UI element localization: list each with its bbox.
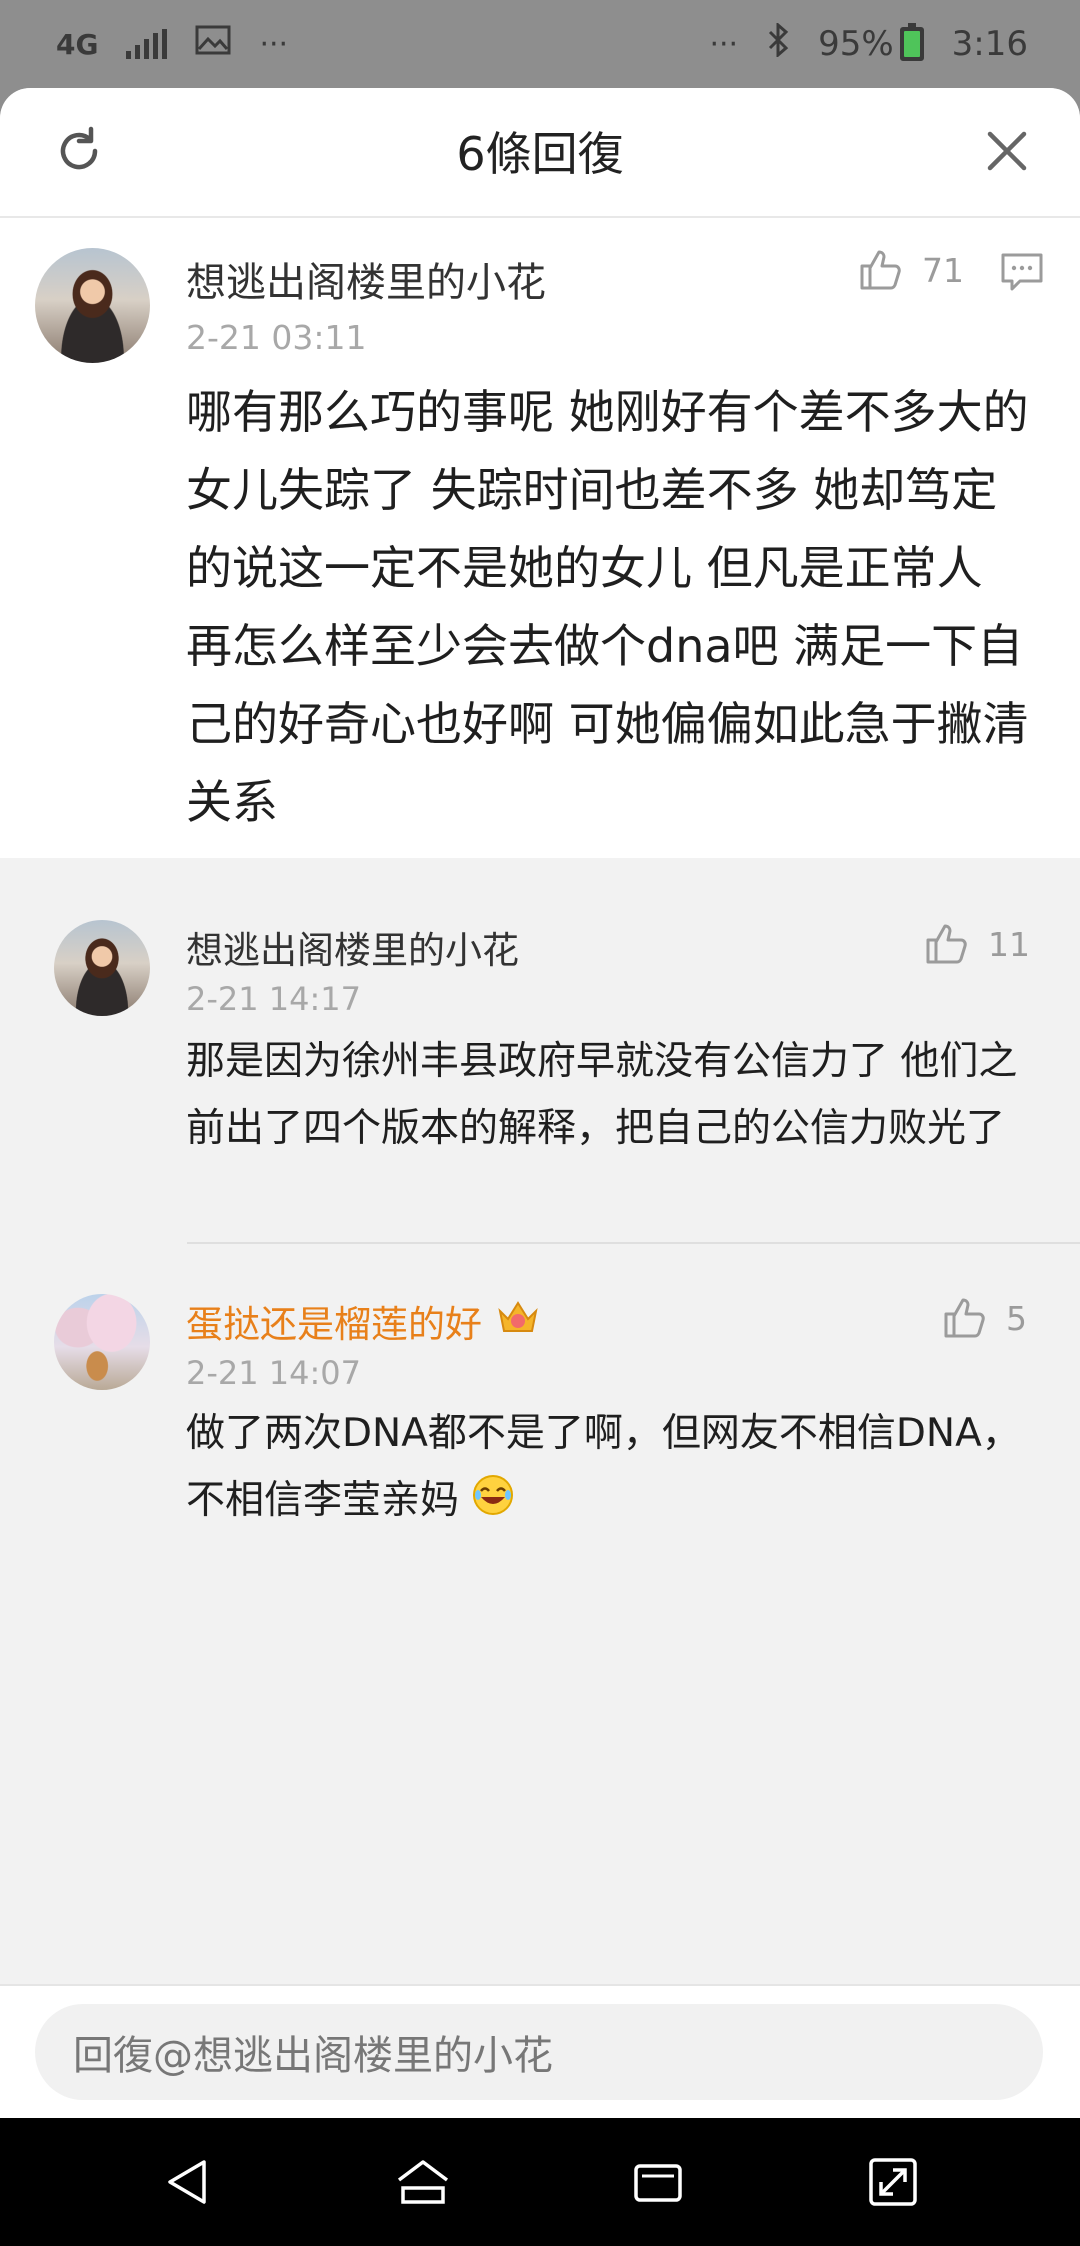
reply-username[interactable]: 想逃出阁楼里的小花 bbox=[186, 920, 519, 974]
back-button[interactable] bbox=[153, 2147, 223, 2217]
reply-time: 2-21 14:17 bbox=[186, 980, 362, 1018]
reply-avatar[interactable] bbox=[54, 1294, 150, 1390]
sheet-header: 6條回復 bbox=[0, 88, 1080, 218]
reply-like-count: 11 bbox=[988, 924, 1030, 964]
more-dots-icon: ··· bbox=[259, 26, 289, 62]
status-bar: 4G ··· ··· 95% 3:16 bbox=[0, 0, 1080, 88]
reply-divider bbox=[187, 1242, 1080, 1244]
reply-like-button[interactable]: 5 bbox=[940, 1294, 1027, 1342]
like-button[interactable]: 71 bbox=[856, 246, 964, 294]
comment-username[interactable]: 想逃出阁楼里的小花 bbox=[186, 250, 546, 308]
sheet-title: 6條回復 bbox=[456, 127, 624, 181]
replies-sheet: 6條回復 想逃出阁楼里的小花 2-21 03:11 71 哪有那么巧的事呢 她刚… bbox=[0, 88, 1080, 2118]
comment-bubble-icon bbox=[1001, 253, 1043, 291]
main-comment: 想逃出阁楼里的小花 2-21 03:11 71 哪有那么巧的事呢 她刚好有个差不… bbox=[0, 218, 1080, 858]
thumbs-up-icon bbox=[860, 250, 901, 290]
status-left: 4G ··· bbox=[56, 24, 288, 64]
avatar[interactable] bbox=[35, 248, 150, 363]
reply-username-vip[interactable]: 蛋挞还是榴莲的好 bbox=[186, 1294, 540, 1348]
home-button[interactable] bbox=[388, 2147, 458, 2217]
home-icon bbox=[397, 2160, 448, 2204]
comment-time: 2-21 03:11 bbox=[186, 318, 367, 357]
gallery-icon bbox=[195, 24, 231, 64]
reply-bar: 回復@想逃出阁楼里的小花 bbox=[0, 1984, 1080, 2118]
clock: 3:16 bbox=[951, 24, 1028, 64]
navigation-bar bbox=[0, 2118, 1080, 2246]
back-triangle-icon bbox=[167, 2160, 206, 2204]
reply-text-content: 做了两次DNA都不是了啊，但网友不相信DNA，不相信李莹亲妈 bbox=[186, 1411, 1021, 1523]
expand-button[interactable] bbox=[858, 2147, 928, 2217]
thumbs-up-icon bbox=[944, 1298, 985, 1338]
comment-reply-button[interactable] bbox=[998, 248, 1046, 296]
expand-icon bbox=[868, 2158, 917, 2206]
replies-list: 想逃出阁楼里的小花 2-21 14:17 11 那是因为徐州丰县政府早就没有公信… bbox=[0, 890, 1080, 1990]
reply-time: 2-21 14:07 bbox=[186, 1354, 362, 1392]
thumbs-up-icon bbox=[926, 924, 967, 964]
reply-avatar[interactable] bbox=[54, 920, 150, 1016]
reply-input[interactable]: 回復@想逃出阁楼里的小花 bbox=[35, 2004, 1043, 2100]
reply-text: 那是因为徐州丰县政府早就没有公信力了 他们之前出了四个版本的解释，把自己的公信力… bbox=[186, 1039, 1018, 1151]
crown-badge-icon bbox=[496, 1297, 540, 1346]
network-label: 4G bbox=[56, 27, 99, 61]
reply-text: 做了两次DNA都不是了啊，但网友不相信DNA，不相信李莹亲妈 bbox=[186, 1400, 1036, 1538]
close-icon bbox=[987, 131, 1027, 171]
close-button[interactable] bbox=[974, 118, 1040, 184]
bluetooth-icon bbox=[766, 21, 790, 66]
reply-like-count: 5 bbox=[1006, 1298, 1027, 1338]
comment-text: 哪有那么巧的事呢 她刚好有个差不多大的女儿失踪了 失踪时间也差不多 她却笃定的说… bbox=[186, 385, 1029, 829]
recents-icon bbox=[633, 2164, 682, 2202]
signal-icon bbox=[126, 29, 168, 59]
status-right: ··· 95% 3:16 bbox=[709, 21, 1028, 66]
battery-icon bbox=[899, 23, 924, 61]
more-dots-icon-right: ··· bbox=[709, 26, 739, 62]
like-count: 71 bbox=[922, 250, 964, 290]
recents-button[interactable] bbox=[623, 2147, 693, 2217]
reply-username: 蛋挞还是榴莲的好 bbox=[186, 1303, 482, 1346]
battery-percent: 95% bbox=[818, 24, 894, 64]
laughing-emoji-icon bbox=[471, 1471, 515, 1538]
reply-like-button[interactable]: 11 bbox=[922, 920, 1030, 968]
